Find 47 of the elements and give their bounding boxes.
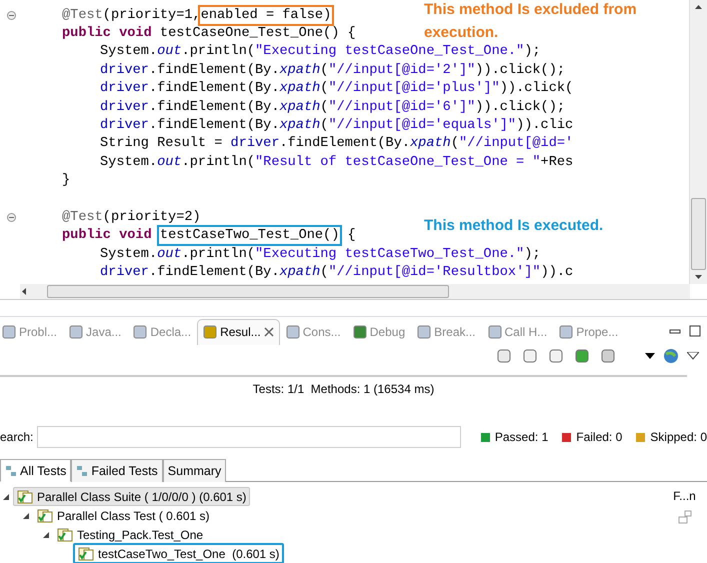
test-result-icon bbox=[37, 508, 53, 522]
close-icon[interactable] bbox=[264, 327, 274, 338]
code-editor[interactable] bbox=[0, 0, 707, 300]
scrollbar-thumb[interactable] bbox=[47, 285, 449, 298]
expand-icon[interactable] bbox=[2, 492, 10, 500]
code-line: System.out.println("Executing testCaseOne_Test_One."); bbox=[100, 44, 541, 60]
code-line: driver.findElement(By.xpath("//input[@id='2']")).click(); bbox=[100, 62, 566, 78]
code-line: driver.findElement(By.xpath("//input[@id='Resultbox']")).c bbox=[100, 265, 574, 280]
code-line: String Result = driver.findElement(By.xpath("//input[@id=' bbox=[100, 136, 574, 152]
code-line: System.out.println("Executing testCaseTwo_Test_One."); bbox=[100, 246, 541, 262]
search-field[interactable] bbox=[37, 426, 461, 448]
tree-item[interactable]: testCaseTwo_Test_One (0.601 s) bbox=[73, 543, 284, 563]
column-label: F...n bbox=[673, 489, 696, 503]
test-summary: Tests: 1/1 Methods: 1 (16534 ms) bbox=[252, 382, 434, 396]
code-line: } bbox=[62, 173, 70, 188]
expand-icon[interactable] bbox=[22, 512, 30, 520]
collapse-icon[interactable] bbox=[6, 212, 16, 222]
tree-item[interactable]: Parallel Class Suite ( 1/0/0/0 ) (0.601 s) bbox=[13, 487, 250, 506]
globe-icon[interactable] bbox=[663, 348, 679, 364]
result-count: Failed: 0 bbox=[576, 430, 622, 444]
collapse-icon[interactable] bbox=[6, 10, 16, 20]
code-line: @Test(priority=2) bbox=[62, 210, 201, 225]
search-label: earch: bbox=[0, 430, 34, 444]
code-line: System.out.println("Result of testCaseOne_Test_One = "+Res bbox=[100, 154, 574, 170]
dropdown-icon[interactable] bbox=[645, 352, 655, 359]
view-menu-icon[interactable] bbox=[687, 352, 699, 360]
maximize-icon[interactable] bbox=[689, 324, 701, 337]
test-result-icon bbox=[17, 490, 33, 504]
code-line: driver.findElement(By.xpath("//input[@id='plus']")).click( bbox=[100, 81, 574, 96]
code-line: @Test(priority=1,enabled = false) bbox=[62, 8, 332, 23]
results-tab[interactable]: All Tests bbox=[0, 459, 72, 482]
result-count: Skipped: 0 bbox=[650, 430, 707, 444]
test-result-icon bbox=[78, 546, 94, 560]
code-line: public void testCaseOne_Test_One() { bbox=[62, 26, 356, 42]
scrollbar-thumb[interactable] bbox=[691, 198, 706, 270]
test-result-icon bbox=[57, 528, 73, 542]
results-tab[interactable]: Summary bbox=[162, 459, 226, 482]
view-tab[interactable]: Resul... bbox=[197, 318, 280, 345]
code-line: driver.findElement(By.xpath("//input[@id='6']")).click(); bbox=[100, 100, 566, 115]
expand-icon[interactable] bbox=[42, 530, 50, 538]
result-count: Passed: 1 bbox=[494, 430, 548, 444]
results-tab[interactable]: Failed Tests bbox=[71, 459, 163, 482]
code-line: public void testCaseTwo_Test_One() { bbox=[62, 228, 356, 244]
scroll-left-icon[interactable] bbox=[20, 287, 29, 296]
tree-item[interactable]: Parallel Class Test ( 0.601 s) bbox=[33, 506, 214, 525]
tree-item[interactable]: Testing_Pack.Test_One bbox=[53, 525, 208, 544]
code-line: driver.findElement(By.xpath("//input[@id='equals']")).clic bbox=[100, 118, 574, 134]
